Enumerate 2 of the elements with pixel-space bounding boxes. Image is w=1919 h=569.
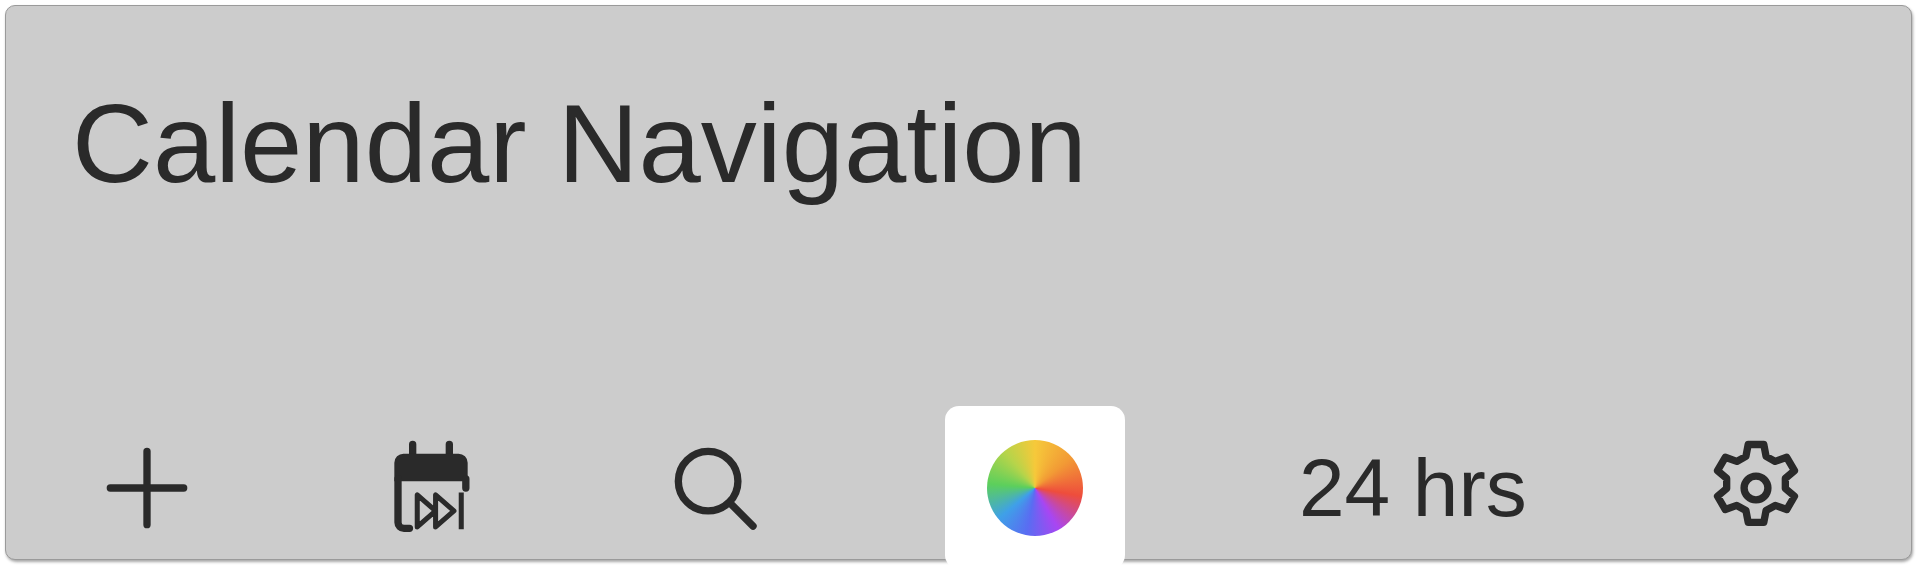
panel-title: Calendar Navigation — [72, 80, 1087, 208]
hours-button[interactable]: 24 hrs — [1298, 437, 1527, 538]
